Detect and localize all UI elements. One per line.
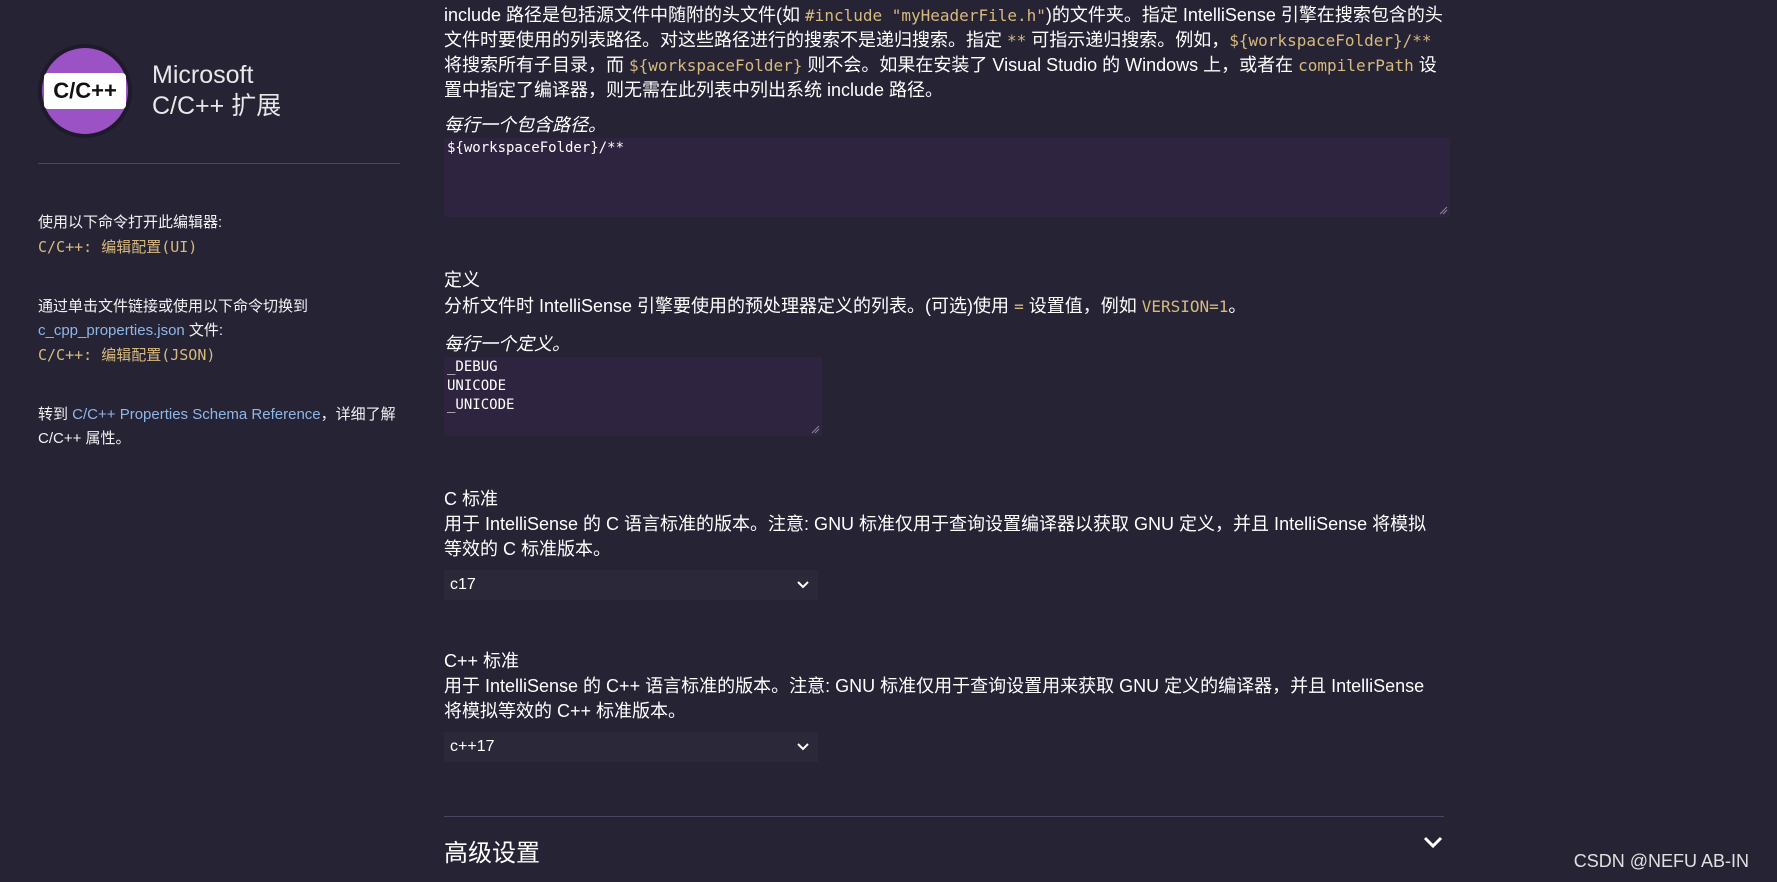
cpp-standard-title: C++ 标准 <box>444 651 520 671</box>
c-standard-value: c17 <box>450 576 476 593</box>
include-path-description: include 路径是包括源文件中随附的头文件(如 #include "myHe… <box>444 5 1443 100</box>
c-standard-description: 用于 IntelliSense 的 C 语言标准的版本。注意: GNU 标准仅用… <box>444 514 1427 559</box>
defines-description: 分析文件时 IntelliSense 引擎要使用的预处理器定义的列表。(可选)使… <box>444 296 1247 316</box>
switch-json-info: 通过单击文件链接或使用以下命令切换到 c_cpp_properties.json… <box>38 295 402 367</box>
logo-text: C/C++ <box>44 73 126 109</box>
switch-json-command: C/C++: 编辑配置(JSON) <box>38 346 216 364</box>
switch-suffix: 文件: <box>184 322 224 339</box>
open-editor-command: C/C++: 编辑配置(UI) <box>38 238 198 256</box>
include-path-hint: 每行一个包含路径。 <box>444 115 606 135</box>
define-line: _UNICODE <box>447 397 515 413</box>
extension-title: Microsoft C/C++ 扩展 <box>152 60 281 122</box>
schema-info: 转到 C/C++ Properties Schema Reference，详细了… <box>38 403 402 451</box>
c-standard-select[interactable]: c17 <box>444 570 818 600</box>
cpp-standard-value: c++17 <box>450 738 495 755</box>
chevron-down-icon <box>797 743 809 751</box>
open-editor-info: 使用以下命令打开此编辑器: C/C++: 编辑配置(UI) <box>38 211 402 259</box>
chevron-down-icon <box>797 581 809 589</box>
chevron-down-icon[interactable] <box>1422 834 1444 850</box>
define-line: _DEBUG <box>447 359 498 375</box>
brand-line-2: C/C++ 扩展 <box>152 92 282 120</box>
include-path-textarea[interactable]: ${workspaceFolder}/** <box>444 138 1450 217</box>
sidebar: C/C++ Microsoft C/C++ 扩展 使用以下命令打开此编辑器: C… <box>38 0 402 882</box>
switch-text: 通过单击文件链接或使用以下命令切换到 <box>38 298 309 315</box>
schema-prefix: 转到 <box>38 406 73 423</box>
sidebar-divider <box>38 163 400 164</box>
c-cpp-properties-link[interactable]: c_cpp_properties.json <box>38 322 185 339</box>
defines-hint: 每行一个定义。 <box>444 334 570 354</box>
cpp-logo-icon: C/C++ <box>38 44 132 138</box>
extension-header: C/C++ Microsoft C/C++ 扩展 <box>38 44 281 138</box>
advanced-divider <box>444 816 1444 817</box>
resize-grip-icon[interactable] <box>810 424 820 434</box>
cpp-standard-select[interactable]: c++17 <box>444 732 818 762</box>
open-editor-text: 使用以下命令打开此编辑器: <box>38 214 223 231</box>
define-line: UNICODE <box>447 378 507 394</box>
include-path-value: ${workspaceFolder}/** <box>447 140 625 156</box>
defines-title: 定义 <box>444 270 480 290</box>
defines-textarea[interactable]: _DEBUG UNICODE _UNICODE <box>444 357 822 436</box>
watermark: CSDN @NEFU AB-IN <box>1573 851 1749 871</box>
schema-reference-link[interactable]: C/C++ Properties Schema Reference <box>72 406 320 423</box>
c-standard-title: C 标准 <box>444 489 498 509</box>
advanced-settings-title[interactable]: 高级设置 <box>444 833 540 868</box>
resize-grip-icon[interactable] <box>1438 205 1448 215</box>
cpp-standard-description: 用于 IntelliSense 的 C++ 语言标准的版本。注意: GNU 标准… <box>444 676 1425 721</box>
brand-line-1: Microsoft <box>152 61 254 89</box>
